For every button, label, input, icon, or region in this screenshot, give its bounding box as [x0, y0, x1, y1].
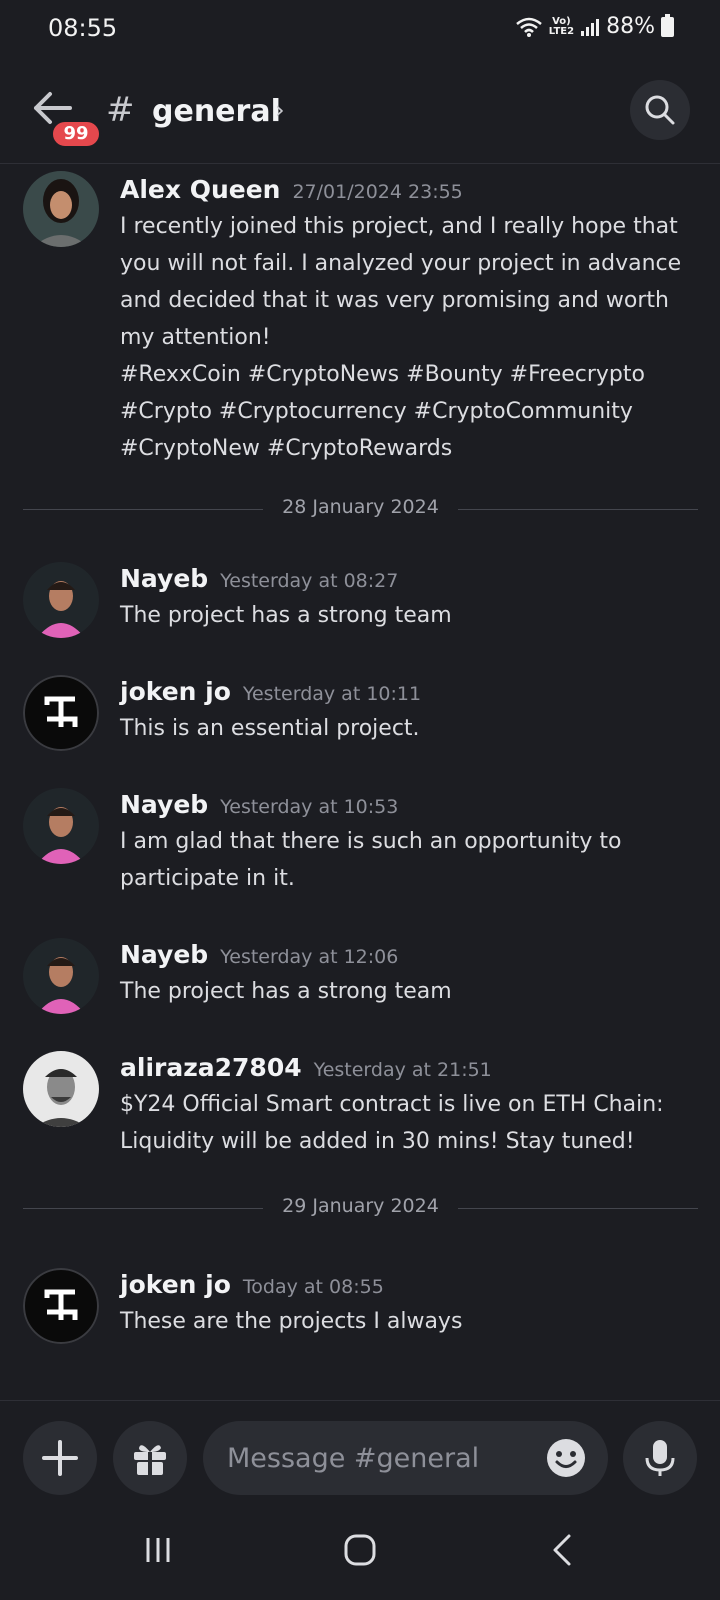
unread-badge: 99	[50, 119, 102, 149]
message-author[interactable]: joken jo	[120, 677, 231, 706]
message-timestamp: Yesterday at 10:53	[220, 796, 399, 818]
chevron-right-icon[interactable]: ›	[275, 96, 285, 124]
message-author[interactable]: aliraza27804	[120, 1053, 302, 1082]
emoji-icon[interactable]	[545, 1437, 587, 1479]
message-text: This is an essential project.	[120, 716, 420, 741]
signal-icon	[581, 18, 600, 36]
message-text: I am glad that there is such an opportun…	[120, 829, 622, 891]
message-author[interactable]: joken jo	[120, 1270, 231, 1299]
message-timestamp: Yesterday at 21:51	[313, 1059, 492, 1081]
message-text: These are the projects I always	[120, 1309, 463, 1334]
home-button[interactable]	[330, 1525, 390, 1575]
channel-header: 99 # general ›	[0, 60, 720, 164]
message-input-wrapper	[203, 1421, 608, 1495]
message-author[interactable]: Nayeb	[120, 940, 208, 969]
system-nav-bar	[0, 1505, 720, 1600]
avatar[interactable]	[23, 788, 99, 864]
avatar[interactable]	[23, 171, 99, 247]
search-button[interactable]	[630, 80, 690, 140]
gift-button[interactable]	[113, 1421, 187, 1495]
message-timestamp: Yesterday at 12:06	[220, 946, 399, 968]
home-icon	[344, 1534, 376, 1566]
plus-icon	[42, 1440, 78, 1476]
message-text: The project has a strong team	[120, 979, 452, 1004]
channel-name[interactable]: general	[152, 94, 281, 129]
message-text: The project has a strong team	[120, 603, 452, 628]
message-timestamp: Today at 08:55	[242, 1276, 384, 1298]
search-icon	[645, 95, 675, 125]
recents-button[interactable]	[128, 1525, 188, 1575]
battery-percent: 88%	[606, 14, 655, 39]
date-divider: 29 January 2024	[23, 1193, 698, 1223]
add-attachment-button[interactable]	[23, 1421, 97, 1495]
battery-icon	[661, 13, 674, 37]
message-author[interactable]: Nayeb	[120, 790, 208, 819]
nav-back-icon	[553, 1534, 571, 1566]
network-type: Vo) LTE2	[548, 15, 575, 37]
message-timestamp: Yesterday at 10:11	[242, 683, 422, 705]
microphone-icon	[645, 1440, 675, 1476]
message-input[interactable]	[227, 1421, 527, 1495]
avatar[interactable]	[23, 1268, 99, 1344]
message-text: I recently joined this project, and I re…	[120, 214, 682, 461]
status-bar: 08:55 Vo) LTE2 88%	[0, 0, 720, 60]
status-time: 08:55	[48, 14, 118, 42]
status-icons: Vo) LTE2 88%	[515, 13, 674, 39]
recents-icon	[146, 1538, 170, 1562]
nav-back-button[interactable]	[532, 1525, 592, 1575]
date-divider: 28 January 2024	[23, 494, 698, 524]
avatar[interactable]	[23, 938, 99, 1014]
voice-message-button[interactable]	[623, 1421, 697, 1495]
avatar[interactable]	[23, 562, 99, 638]
message-text: $Y24 Official Smart contract is live on …	[120, 1092, 664, 1154]
wifi-icon	[515, 17, 542, 37]
message-composer	[0, 1400, 720, 1505]
message-list: Alex Queen 27/01/2024 23:55 I recently jo…	[0, 165, 720, 1400]
avatar[interactable]	[23, 1051, 99, 1127]
message-author[interactable]: Alex Queen	[120, 175, 280, 204]
message-timestamp: 27/01/2024 23:55	[292, 181, 463, 203]
message-author[interactable]: Nayeb	[120, 564, 208, 593]
channel-hash-icon: #	[106, 90, 135, 130]
gift-icon	[134, 1445, 166, 1475]
message-timestamp: Yesterday at 08:27	[220, 570, 399, 592]
avatar[interactable]	[23, 675, 99, 751]
